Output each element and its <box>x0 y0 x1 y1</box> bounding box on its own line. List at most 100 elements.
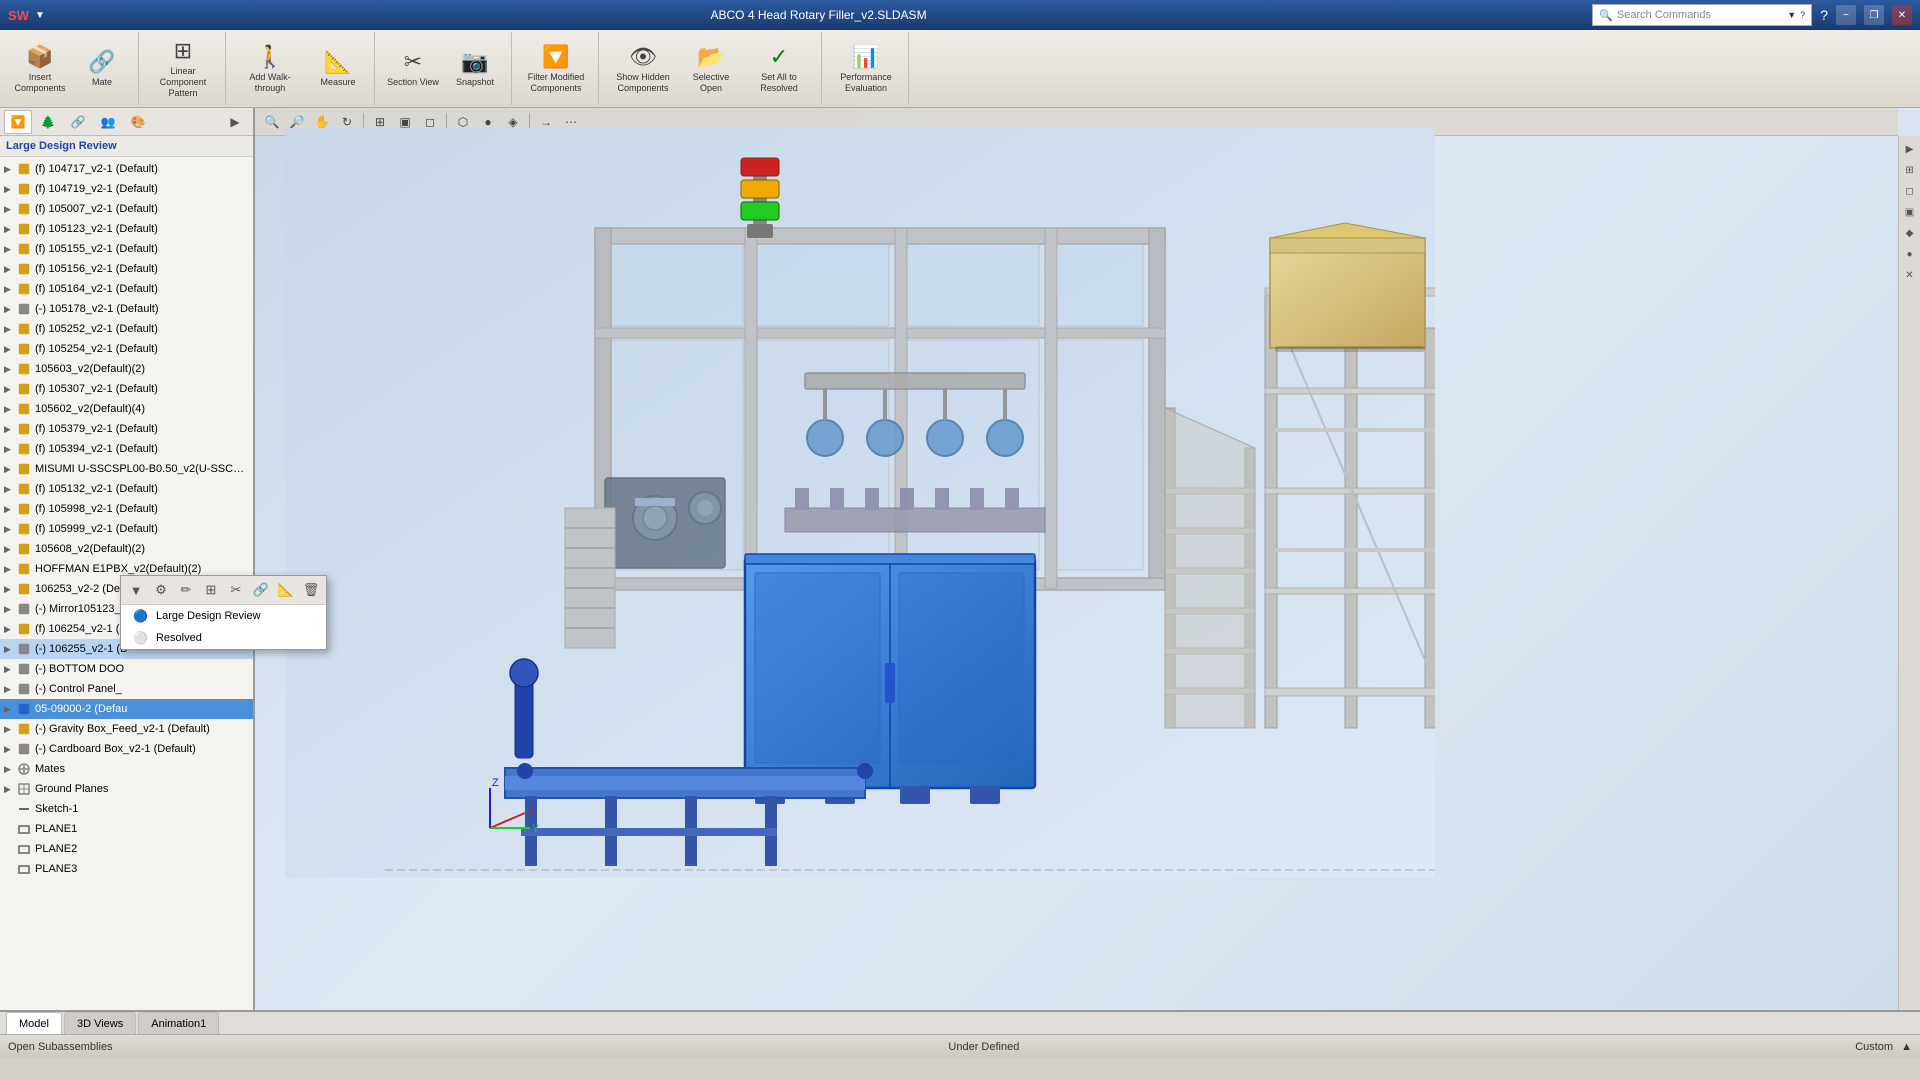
measure-button[interactable]: 📐 Measure <box>308 35 368 103</box>
tree-item-label: (-) 105178_v2-1 (Default) <box>35 303 159 315</box>
tree-arrow: ▶ <box>4 684 16 695</box>
add-walkthrough-button[interactable]: 🚶 Add Walk-through <box>234 35 306 103</box>
help-icon[interactable]: ? <box>1820 7 1828 23</box>
tree-item[interactable]: ▶(f) 105252_v2-1 (Default) <box>0 319 253 339</box>
tree-item[interactable]: ▶105608_v2(Default)(2) <box>0 539 253 559</box>
close-button[interactable]: ✕ <box>1892 5 1912 25</box>
title-menu-btn[interactable]: ▼ <box>35 10 45 21</box>
minimize-button[interactable]: − <box>1836 5 1856 25</box>
tree-item-label: (f) 105123_v2-1 (Default) <box>35 223 158 235</box>
tree-item[interactable]: PLANE1 <box>0 819 253 839</box>
set-resolved-label: Set All to Resolved <box>745 72 813 94</box>
ctx-tool-edit[interactable]: ✏ <box>175 579 197 601</box>
tree-item-icon <box>16 821 32 837</box>
ctx-tool-settings[interactable]: ⚙ <box>150 579 172 601</box>
panel-tab-mates[interactable]: 🔗 <box>64 110 92 134</box>
selective-open-button[interactable]: 📂 Selective Open <box>681 35 741 103</box>
ctx-tool-delete[interactable]: 🗑 <box>300 579 322 601</box>
tree-item[interactable]: ▶(f) 105379_v2-1 (Default) <box>0 419 253 439</box>
tree-item[interactable]: ▶(f) 105999_v2-1 (Default) <box>0 519 253 539</box>
restore-button[interactable]: ❐ <box>1864 5 1884 25</box>
tree-item-icon <box>16 701 32 717</box>
right-tool3[interactable]: ▣ <box>1901 203 1919 221</box>
tree-item-icon <box>16 201 32 217</box>
tree-item[interactable]: ▶Ground Planes <box>0 779 253 799</box>
tree-arrow: ▶ <box>4 444 16 455</box>
tab-animation1[interactable]: Animation1 <box>138 1012 219 1034</box>
right-tool4[interactable]: ◆ <box>1901 224 1919 242</box>
tree-item[interactable]: ▶(f) 105998_v2-1 (Default) <box>0 499 253 519</box>
ctx-item-resolved[interactable]: ⚪ Resolved <box>121 627 326 649</box>
search-bar[interactable]: 🔍 Search Commands ▼ ? <box>1592 4 1812 26</box>
ctx-tool-measure[interactable]: 📐 <box>275 579 297 601</box>
tree-item[interactable]: ▶(f) 105123_v2-1 (Default) <box>0 219 253 239</box>
tree-item[interactable]: ▶105603_v2(Default)(2) <box>0 359 253 379</box>
filter-button[interactable]: 🔽 Filter Modified Components <box>520 35 592 103</box>
window-title: ABCO 4 Head Rotary Filler_v2.SLDASM <box>710 8 926 22</box>
panel-tab-tree[interactable]: 🌲 <box>34 110 62 134</box>
set-all-resolved-button[interactable]: ✓ Set All to Resolved <box>743 35 815 103</box>
tree-item[interactable]: ▶(-) Cardboard Box_v2-1 (Default) <box>0 739 253 759</box>
cardboard-box <box>1270 223 1425 352</box>
tab-model[interactable]: Model <box>6 1012 62 1034</box>
tree-item[interactable]: ▶(f) 104717_v2-1 (Default) <box>0 159 253 179</box>
tab-3d-views[interactable]: 3D Views <box>64 1012 136 1034</box>
zoom-in-btn[interactable]: 🔍 <box>261 111 283 133</box>
tree-item[interactable]: ▶(f) 105307_v2-1 (Default) <box>0 379 253 399</box>
tree-item[interactable]: ▶(-) BOTTOM DOO <box>0 659 253 679</box>
panel-tab-parents[interactable]: 👥 <box>94 110 122 134</box>
svg-text:Z: Z <box>492 777 499 789</box>
tree-item-icon <box>16 461 32 477</box>
toolbar-group-section: ✂ Section View 📷 Snapshot <box>377 32 512 105</box>
tree-item[interactable]: ▶MISUMI U-SSCSPL00-B0.50_v2(U-SSCSP(304 … <box>0 459 253 479</box>
tree-item-icon <box>16 281 32 297</box>
panel-tab-filter[interactable]: 🔽 <box>4 110 32 134</box>
toolbar-group-performance: 📊 Performance Evaluation <box>824 32 909 105</box>
panel-tab-display[interactable]: 🎨 <box>124 110 152 134</box>
panel-expand-btn[interactable]: ▶ <box>221 110 249 134</box>
tree-item[interactable]: ▶(-) Control Panel_ <box>0 679 253 699</box>
main-area: 🔽 🌲 🔗 👥 🎨 ▶ Large Design Review ▶(f) 104… <box>0 108 1920 1010</box>
search-help-icon[interactable]: ? <box>1800 10 1805 20</box>
right-tool5[interactable]: ● <box>1901 245 1919 263</box>
mate-button[interactable]: 🔗 Mate <box>72 35 132 103</box>
tree-item[interactable]: ▶(f) 105156_v2-1 (Default) <box>0 259 253 279</box>
ctx-tool-select[interactable]: ▼ <box>125 579 147 601</box>
search-dropdown-icon[interactable]: ▼ <box>1787 10 1796 20</box>
tree-item[interactable]: ▶(-) Gravity Box_Feed_v2-1 (Default) <box>0 719 253 739</box>
ctx-tool-link[interactable]: 🔗 <box>250 579 272 601</box>
tree-item[interactable]: ▶(f) 105132_v2-1 (Default) <box>0 479 253 499</box>
tree-item-icon <box>16 661 32 677</box>
right-tool1[interactable]: ⊞ <box>1901 161 1919 179</box>
snapshot-button[interactable]: 📷 Snapshot <box>445 35 505 103</box>
ctx-item-large-design-review[interactable]: 🔵 Large Design Review <box>121 605 326 627</box>
tree-item[interactable]: PLANE2 <box>0 839 253 859</box>
tree-item[interactable]: ▶(f) 105164_v2-1 (Default) <box>0 279 253 299</box>
tree-item[interactable]: PLANE3 <box>0 859 253 879</box>
viewport[interactable]: 🔍 🔎 ✋ ↻ ⊞ ▣ ◻ ⬡ ● ◈ → ⋯ <box>255 108 1920 1010</box>
tree-item[interactable]: ▶(f) 104719_v2-1 (Default) <box>0 179 253 199</box>
tree-item[interactable]: ▶(f) 105007_v2-1 (Default) <box>0 199 253 219</box>
tree-item[interactable]: ▶(f) 105394_v2-1 (Default) <box>0 439 253 459</box>
tree-item[interactable]: ▶Mates <box>0 759 253 779</box>
section-view-button[interactable]: ✂ Section View <box>383 35 443 103</box>
performance-eval-button[interactable]: 📊 Performance Evaluation <box>830 35 902 103</box>
tree-item[interactable]: ▶05-09000-2 (Defau <box>0 699 253 719</box>
statusbar-expand-btn[interactable]: ▲ <box>1901 1041 1912 1053</box>
tree-arrow: ▶ <box>4 304 16 315</box>
tree-item-icon <box>16 321 32 337</box>
right-tool6[interactable]: ✕ <box>1901 266 1919 284</box>
tree-item[interactable]: ▶105602_v2(Default)(4) <box>0 399 253 419</box>
performance-label: Performance Evaluation <box>832 72 900 94</box>
tree-item[interactable]: ▶(f) 105254_v2-1 (Default) <box>0 339 253 359</box>
ctx-tool-cut[interactable]: ✂ <box>225 579 247 601</box>
show-hidden-button[interactable]: 👁 Show Hidden Components <box>607 35 679 103</box>
tree-item[interactable]: ▶ (-) 105178_v2-1 (Default) <box>0 299 253 319</box>
tree-item[interactable]: ▶(f) 105155_v2-1 (Default) <box>0 239 253 259</box>
ctx-tool-feature[interactable]: ⊞ <box>200 579 222 601</box>
insert-components-button[interactable]: 📦 Insert Components <box>10 35 70 103</box>
tree-item[interactable]: Sketch-1 <box>0 799 253 819</box>
right-expand-btn[interactable]: ▶ <box>1901 140 1919 158</box>
linear-pattern-button[interactable]: ⊞ Linear Component Pattern <box>147 35 219 103</box>
right-tool2[interactable]: ◻ <box>1901 182 1919 200</box>
